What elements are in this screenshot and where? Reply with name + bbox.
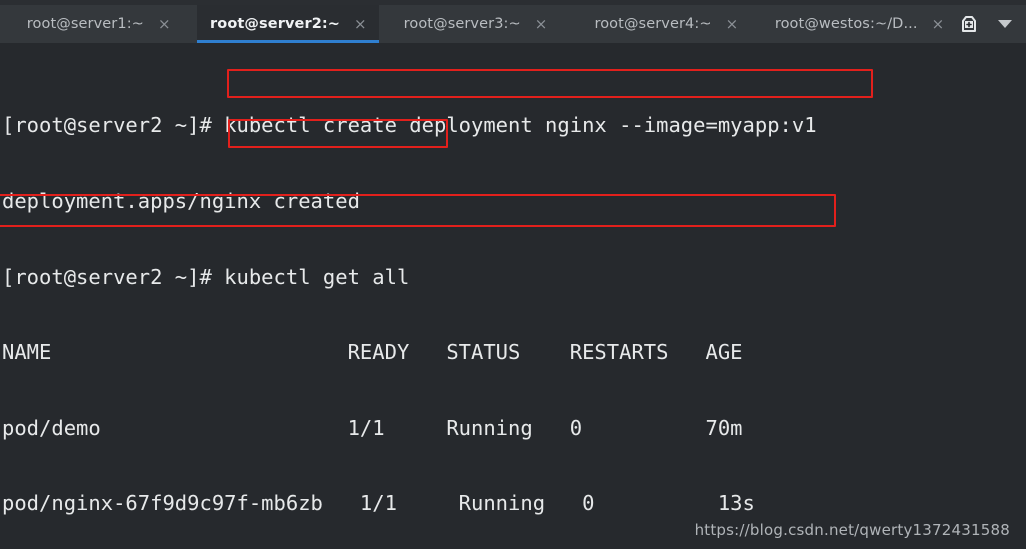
terminal-output[interactable]: [root@server2 ~]# kubectl create deploym… [0,43,1026,549]
tab-root-westos[interactable]: root@westos:~/D... × [761,5,958,43]
chevron-down-icon[interactable] [998,20,1012,28]
tab-label: root@server3:~ [403,16,521,32]
tab-bar-actions [958,5,1026,43]
tab-root-server3[interactable]: root@server3:~ × [379,5,571,43]
tab-label: root@server2:~ [210,16,341,32]
terminal-window: root@server1:~ × root@server2:~ × root@s… [0,0,1026,549]
tab-close-icon[interactable]: × [726,16,739,32]
tab-root-server2[interactable]: root@server2:~ × [197,5,380,43]
tab-root-server4[interactable]: root@server4:~ × [572,5,761,43]
tab-label: root@server1:~ [26,16,144,32]
tab-bar: root@server1:~ × root@server2:~ × root@s… [0,5,1026,43]
tab-close-icon[interactable]: × [535,16,548,32]
terminal-line: deployment.apps/nginx created [2,189,360,213]
terminal-line: [root@server2 ~]# kubectl get all [2,264,410,289]
tab-close-icon[interactable]: × [354,16,367,32]
new-tab-icon[interactable] [958,13,980,35]
terminal-line: pod/demo 1/1 Running 0 70m [2,415,743,440]
watermark-url: https://blog.csdn.net/qwerty1372431588 [694,521,1010,539]
terminal-line: [root@server2 ~]# kubectl create deploym… [2,113,817,138]
terminal-line: NAME READY STATUS RESTARTS AGE [2,340,743,365]
tab-close-icon[interactable]: × [932,16,945,32]
terminal-line: pod/nginx-67f9d9c97f-mb6zb 1/1 Running 0… [2,491,755,516]
tab-label: root@westos:~/D... [774,16,918,32]
tab-label: root@server4:~ [594,16,712,32]
tab-root-server1[interactable]: root@server1:~ × [0,5,197,43]
tab-close-icon[interactable]: × [158,16,171,32]
